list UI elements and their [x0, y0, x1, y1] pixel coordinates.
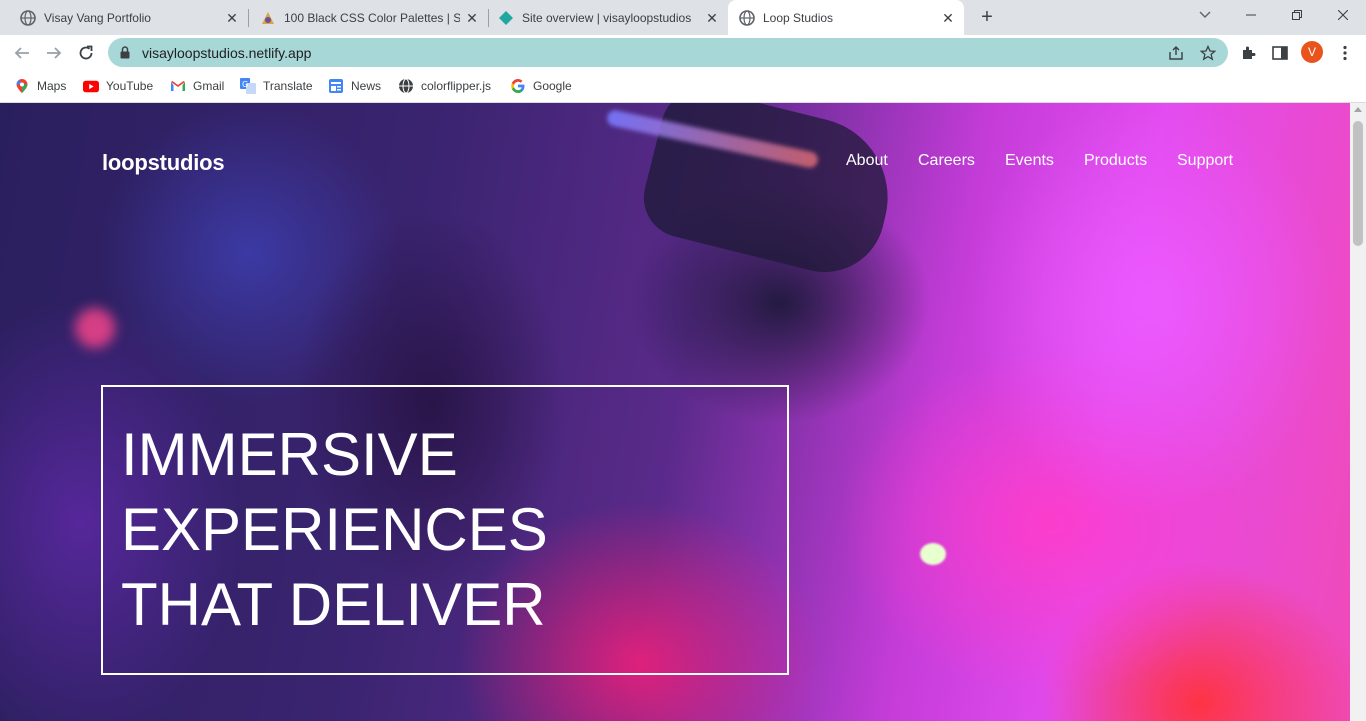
tab-title: Visay Vang Portfolio [44, 10, 151, 25]
bookmark-label: YouTube [106, 79, 154, 93]
maps-icon [14, 78, 30, 94]
bookmark-label: colorflipper.js [421, 79, 492, 93]
globe-icon [398, 78, 414, 94]
tab-title: 100 Black CSS Color Palettes | Sh [284, 10, 460, 25]
close-window-icon[interactable] [1320, 0, 1366, 30]
nav-link-about[interactable]: About [846, 152, 888, 170]
bookmark-label: Translate [263, 79, 313, 93]
tab-title: Site overview | visayloopstudios [522, 10, 692, 25]
bookmark-news[interactable]: News [328, 76, 381, 96]
profile-avatar[interactable]: V [1301, 41, 1323, 63]
reload-icon[interactable] [72, 39, 100, 67]
scroll-up-arrow-icon[interactable] [1354, 107, 1362, 112]
hero-headline-line: IMMERSIVE [121, 421, 458, 488]
close-tab-icon[interactable]: ✕ [464, 10, 480, 26]
bookmark-label: News [351, 79, 382, 93]
tab-color-palettes[interactable]: 100 Black CSS Color Palettes | Sh ✕ [248, 0, 489, 35]
restore-icon[interactable] [1274, 0, 1320, 30]
back-icon[interactable] [8, 39, 36, 67]
bookmark-label: Maps [37, 79, 67, 93]
tab-netlify-overview[interactable]: Site overview | visayloopstudios ✕ [488, 0, 728, 35]
bookmark-star-icon[interactable] [1199, 44, 1217, 66]
tab-title: Loop Studios [763, 10, 834, 25]
nav-link-careers[interactable]: Careers [918, 152, 975, 170]
tab-loop-studios[interactable]: Loop Studios ✕ [728, 0, 964, 35]
globe-icon [739, 9, 755, 26]
youtube-icon [83, 78, 99, 94]
nav-link-events[interactable]: Events [1005, 152, 1054, 170]
hero-light-bokeh [75, 308, 115, 348]
page-scrollbar[interactable] [1350, 103, 1366, 721]
share-icon[interactable] [1168, 45, 1184, 66]
extensions-icon[interactable] [1239, 44, 1257, 62]
scroll-thumb[interactable] [1353, 121, 1363, 246]
netlify-icon [498, 10, 514, 26]
bookmark-label: Google [533, 79, 572, 93]
bookmark-google[interactable]: Google [510, 76, 572, 96]
bookmark-label: Gmail [193, 79, 225, 93]
new-tab-button[interactable]: + [976, 7, 998, 29]
bookmark-colorflipper[interactable]: colorflipper.js [398, 76, 491, 96]
google-icon [510, 78, 526, 94]
hero-headline-box: IMMERSIVE EXPERIENCES THAT DELIVER [101, 385, 789, 675]
hero-headline-line: EXPERIENCES [121, 496, 548, 563]
more-menu-icon[interactable] [1336, 44, 1354, 62]
bookmark-youtube[interactable]: YouTube [83, 76, 153, 96]
nav-link-products[interactable]: Products [1084, 152, 1147, 170]
browser-toolbar: visayloopstudios.netlify.app V [0, 35, 1366, 70]
bookmarks-bar: Maps YouTube Gmail G Translate News colo… [0, 70, 1366, 103]
close-tab-icon[interactable]: ✕ [704, 10, 720, 26]
palette-icon [260, 10, 276, 26]
hero-headline-line: THAT DELIVER [121, 571, 546, 638]
tab-strip: Visay Vang Portfolio ✕ 100 Black CSS Col… [0, 0, 1366, 35]
side-panel-icon[interactable] [1271, 44, 1289, 62]
nav-link-support[interactable]: Support [1177, 152, 1233, 170]
close-tab-icon[interactable]: ✕ [224, 10, 240, 26]
svg-text:G: G [242, 80, 248, 89]
lock-icon[interactable] [120, 46, 130, 64]
tab-search-icon[interactable] [1182, 0, 1228, 30]
hero-light-spot [920, 543, 946, 565]
close-tab-icon[interactable]: ✕ [940, 10, 956, 26]
tab-portfolio[interactable]: Visay Vang Portfolio ✕ [0, 0, 249, 35]
gmail-icon [170, 78, 186, 94]
minimize-icon[interactable] [1228, 0, 1274, 30]
address-bar[interactable]: visayloopstudios.netlify.app [108, 38, 1228, 67]
hero-section: loopstudios About Careers Events Product… [0, 103, 1350, 721]
translate-icon: G [240, 78, 256, 94]
bookmark-maps[interactable]: Maps [14, 76, 66, 96]
bookmark-gmail[interactable]: Gmail [170, 76, 224, 96]
news-icon [328, 78, 344, 94]
forward-icon[interactable] [40, 39, 68, 67]
site-logo[interactable]: loopstudios [102, 150, 225, 176]
url-text: visayloopstudios.netlify.app [142, 45, 312, 61]
bookmark-translate[interactable]: G Translate [240, 76, 313, 96]
globe-icon [20, 9, 36, 26]
